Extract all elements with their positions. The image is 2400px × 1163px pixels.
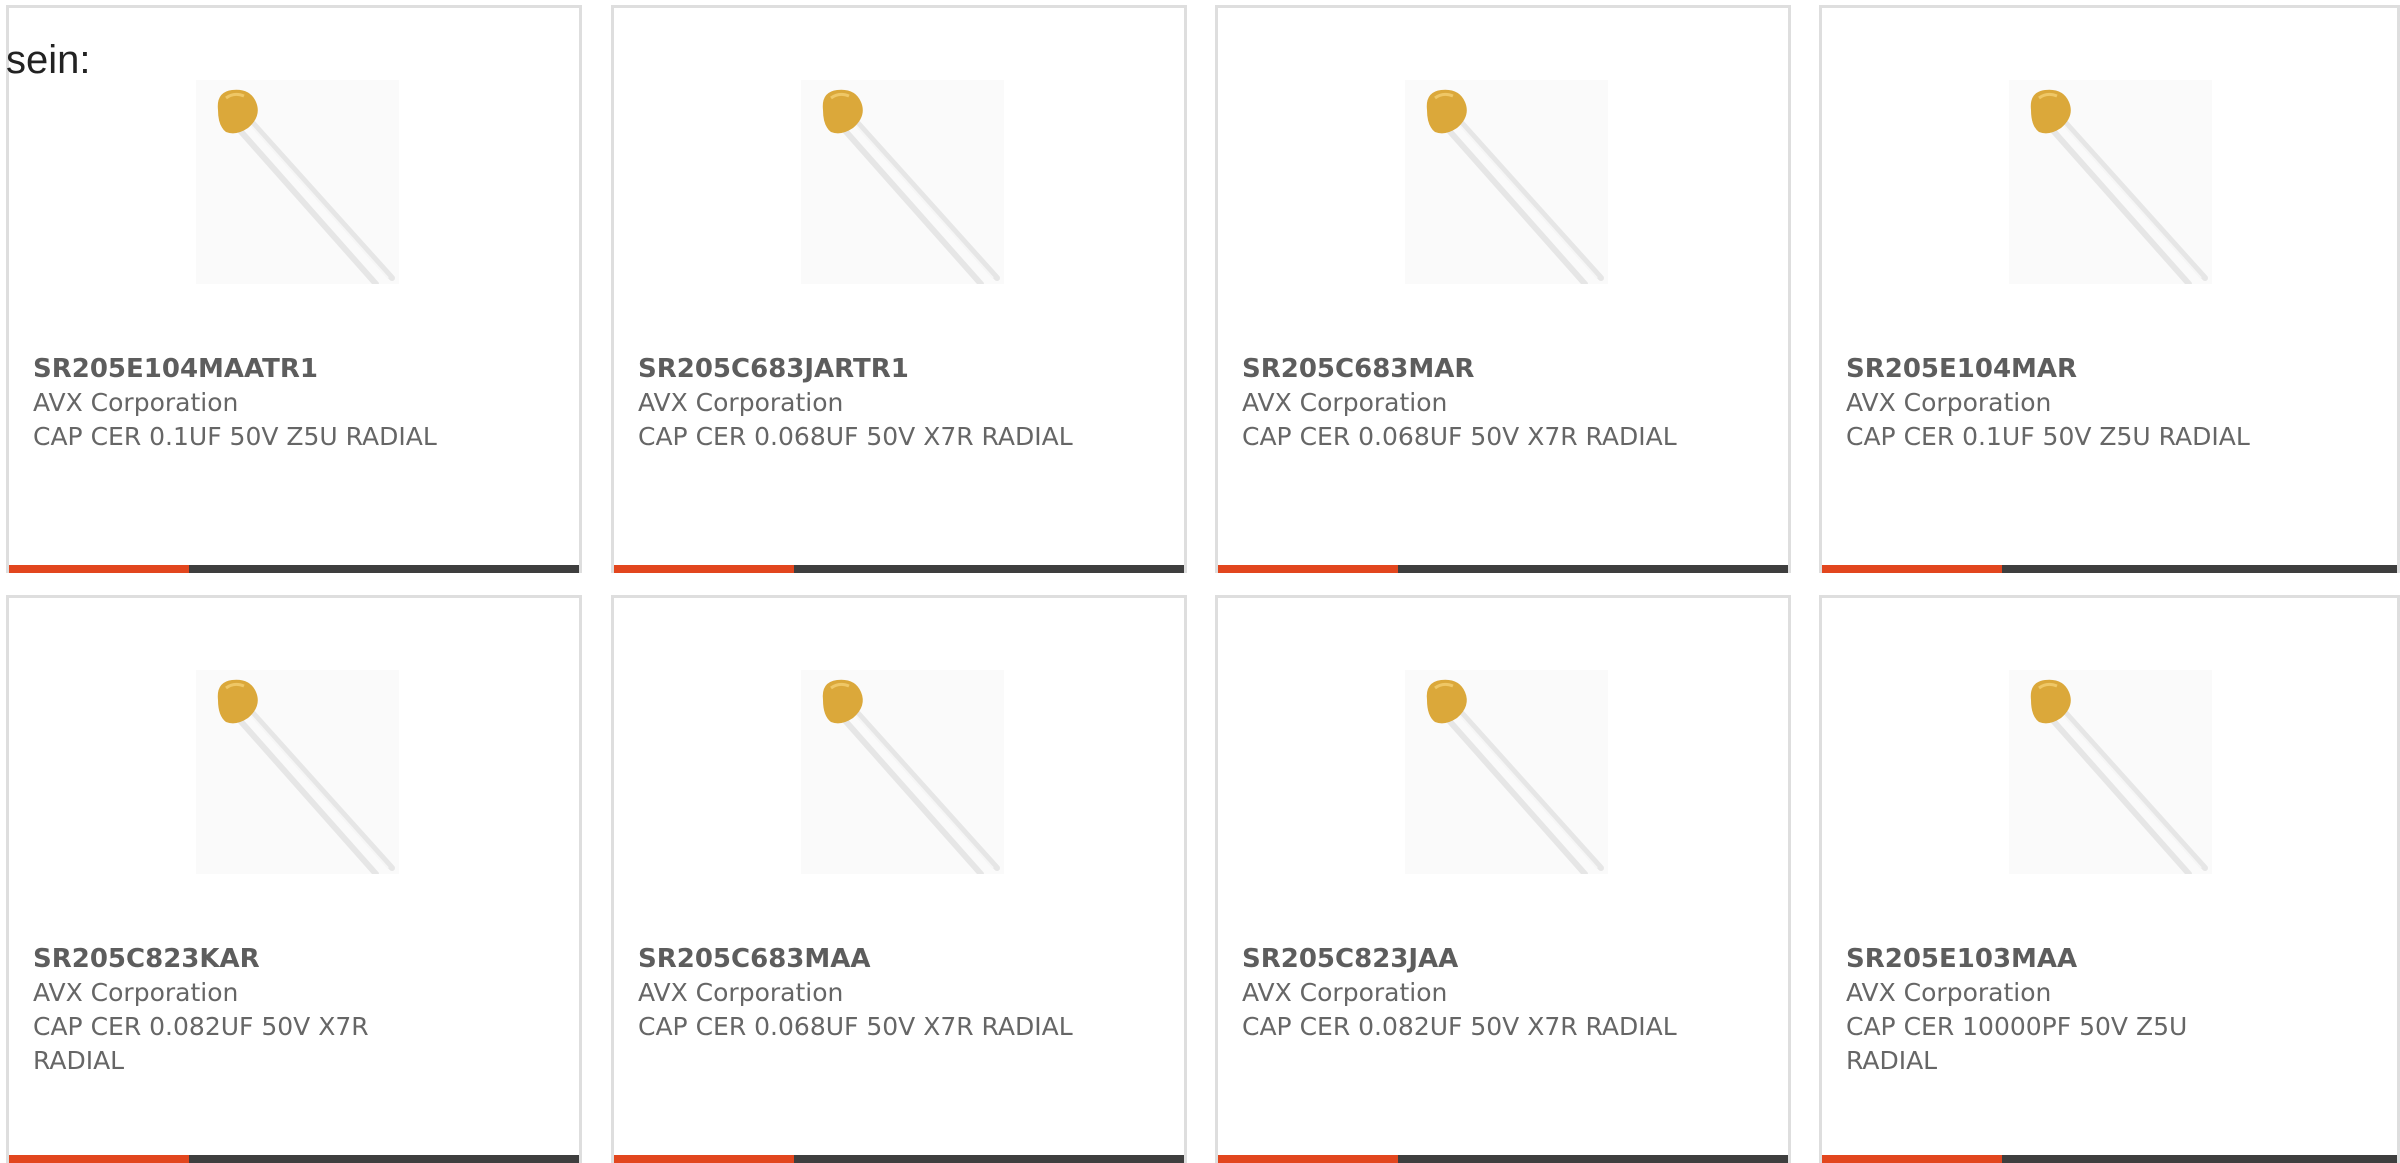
card-bottom-bar bbox=[1822, 565, 2397, 573]
description-label: CAP CER 0.082UF 50V X7R RADIAL bbox=[1242, 1012, 1677, 1041]
description-label: CAP CER 0.1UF 50V Z5U RADIAL bbox=[33, 422, 437, 451]
product-info: SR205C683MAR AVX Corporation CAP CER 0.0… bbox=[1242, 352, 1742, 454]
description-label: CAP CER 0.1UF 50V Z5U RADIAL bbox=[1846, 422, 2250, 451]
card-bottom-bar bbox=[1218, 1155, 1788, 1163]
capacitor-icon bbox=[822, 679, 1000, 874]
ceramic-capacitor-image[interactable] bbox=[2009, 670, 2212, 874]
card-bottom-bar bbox=[9, 1155, 579, 1163]
card-accent-bar bbox=[1822, 565, 2002, 573]
card-accent-bar bbox=[614, 565, 794, 573]
part-number-link[interactable]: SR205C823KAR bbox=[33, 942, 533, 976]
ceramic-capacitor-image[interactable] bbox=[1405, 80, 1608, 284]
ceramic-capacitor-image[interactable] bbox=[2009, 80, 2212, 284]
manufacturer-label: AVX Corporation bbox=[1846, 978, 2052, 1007]
product-card[interactable]: SR205E103MAA AVX Corporation CAP CER 100… bbox=[1819, 595, 2400, 1163]
product-grid: SR205E104MAATR1 AVX Corporation CAP CER … bbox=[0, 0, 2400, 1163]
description-label: CAP CER 10000PF 50V Z5U RADIAL bbox=[1846, 1012, 2188, 1075]
product-card[interactable]: SR205C823KAR AVX Corporation CAP CER 0.0… bbox=[6, 595, 582, 1163]
manufacturer-label: AVX Corporation bbox=[638, 978, 844, 1007]
part-number-link[interactable]: SR205C683JARTR1 bbox=[638, 352, 1138, 386]
manufacturer-label: AVX Corporation bbox=[1242, 978, 1448, 1007]
card-bottom-bar bbox=[1822, 1155, 2397, 1163]
card-accent-bar bbox=[1218, 565, 1398, 573]
product-card[interactable]: SR205E104MAATR1 AVX Corporation CAP CER … bbox=[6, 5, 582, 573]
product-info: SR205E104MAR AVX Corporation CAP CER 0.1… bbox=[1846, 352, 2346, 454]
part-number-link[interactable]: SR205C683MAR bbox=[1242, 352, 1742, 386]
product-info: SR205C683JARTR1 AVX Corporation CAP CER … bbox=[638, 352, 1138, 454]
capacitor-icon bbox=[2030, 679, 2208, 874]
product-card[interactable]: SR205C683JARTR1 AVX Corporation CAP CER … bbox=[611, 5, 1187, 573]
product-card[interactable]: SR205E104MAR AVX Corporation CAP CER 0.1… bbox=[1819, 5, 2400, 573]
capacitor-icon bbox=[217, 679, 395, 874]
card-accent-bar bbox=[1822, 1155, 2002, 1163]
product-card[interactable]: SR205C683MAA AVX Corporation CAP CER 0.0… bbox=[611, 595, 1187, 1163]
ceramic-capacitor-image[interactable] bbox=[801, 670, 1004, 874]
description-label: CAP CER 0.068UF 50V X7R RADIAL bbox=[1242, 422, 1677, 451]
ceramic-capacitor-image[interactable] bbox=[196, 670, 399, 874]
capacitor-icon bbox=[1426, 89, 1604, 284]
product-info: SR205E104MAATR1 AVX Corporation CAP CER … bbox=[33, 352, 533, 454]
part-number-link[interactable]: SR205C823JAA bbox=[1242, 942, 1742, 976]
card-accent-bar bbox=[1218, 1155, 1398, 1163]
capacitor-icon bbox=[2030, 89, 2208, 284]
product-info: SR205C823JAA AVX Corporation CAP CER 0.0… bbox=[1242, 942, 1742, 1044]
card-accent-bar bbox=[9, 565, 189, 573]
ceramic-capacitor-image[interactable] bbox=[1405, 670, 1608, 874]
product-card[interactable]: SR205C823JAA AVX Corporation CAP CER 0.0… bbox=[1215, 595, 1791, 1163]
ceramic-capacitor-image[interactable] bbox=[196, 80, 399, 284]
description-label: CAP CER 0.068UF 50V X7R RADIAL bbox=[638, 422, 1073, 451]
card-bottom-bar bbox=[1218, 565, 1788, 573]
card-accent-bar bbox=[9, 1155, 189, 1163]
card-bottom-bar bbox=[614, 1155, 1184, 1163]
description-label: CAP CER 0.068UF 50V X7R RADIAL bbox=[638, 1012, 1073, 1041]
intro-text: sein: bbox=[6, 38, 91, 82]
product-info: SR205C683MAA AVX Corporation CAP CER 0.0… bbox=[638, 942, 1138, 1044]
manufacturer-label: AVX Corporation bbox=[1242, 388, 1448, 417]
part-number-link[interactable]: SR205E104MAR bbox=[1846, 352, 2346, 386]
manufacturer-label: AVX Corporation bbox=[33, 978, 239, 1007]
product-info: SR205E103MAA AVX Corporation CAP CER 100… bbox=[1846, 942, 2346, 1078]
capacitor-icon bbox=[1426, 679, 1604, 874]
part-number-link[interactable]: SR205C683MAA bbox=[638, 942, 1138, 976]
manufacturer-label: AVX Corporation bbox=[33, 388, 239, 417]
part-number-link[interactable]: SR205E104MAATR1 bbox=[33, 352, 533, 386]
product-card[interactable]: SR205C683MAR AVX Corporation CAP CER 0.0… bbox=[1215, 5, 1791, 573]
product-info: SR205C823KAR AVX Corporation CAP CER 0.0… bbox=[33, 942, 533, 1078]
card-bottom-bar bbox=[614, 565, 1184, 573]
card-accent-bar bbox=[614, 1155, 794, 1163]
manufacturer-label: AVX Corporation bbox=[638, 388, 844, 417]
part-number-link[interactable]: SR205E103MAA bbox=[1846, 942, 2346, 976]
card-bottom-bar bbox=[9, 565, 579, 573]
manufacturer-label: AVX Corporation bbox=[1846, 388, 2052, 417]
capacitor-icon bbox=[822, 89, 1000, 284]
ceramic-capacitor-image[interactable] bbox=[801, 80, 1004, 284]
description-label: CAP CER 0.082UF 50V X7R RADIAL bbox=[33, 1012, 369, 1075]
capacitor-icon bbox=[217, 89, 395, 284]
